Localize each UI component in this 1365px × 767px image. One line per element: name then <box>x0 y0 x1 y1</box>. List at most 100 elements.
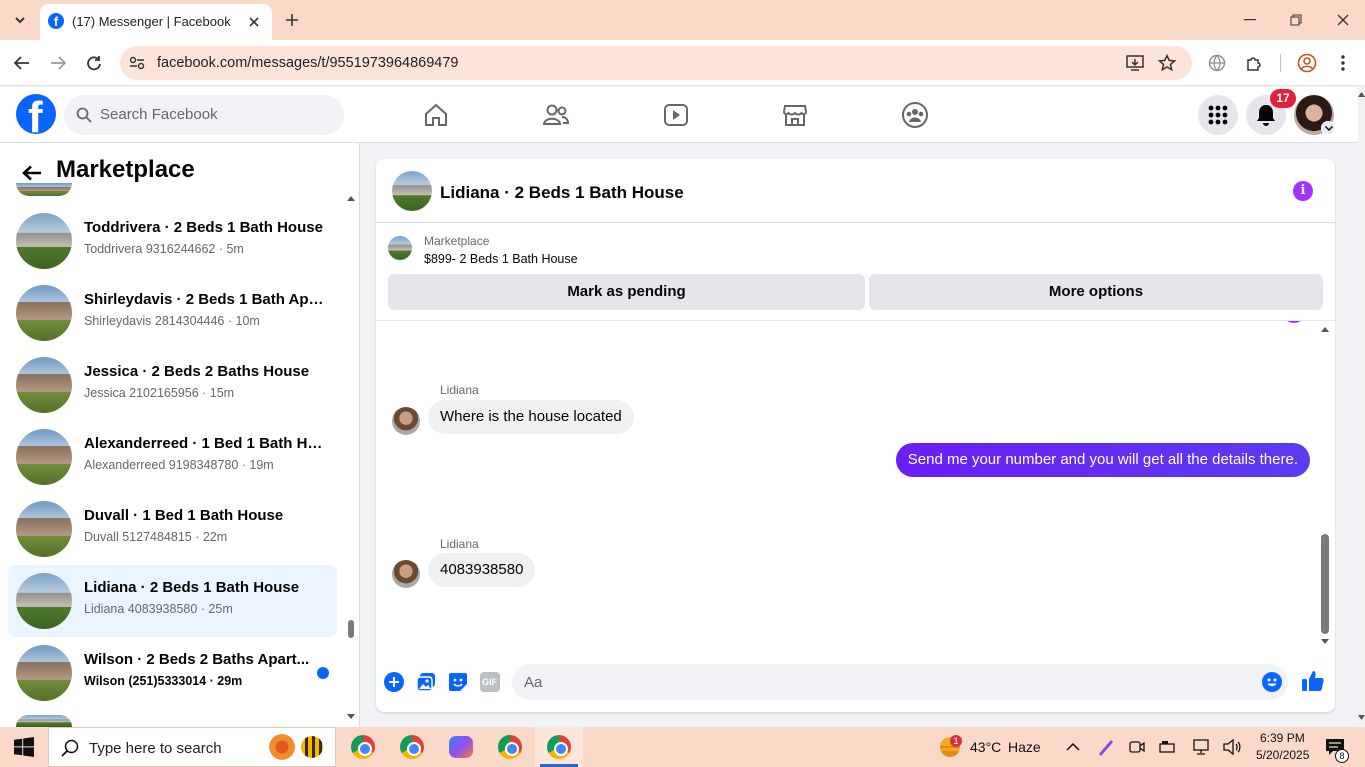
account-chevron-icon[interactable] <box>1321 121 1335 135</box>
listing-thumbnail[interactable] <box>388 236 412 260</box>
chrome-taskbar-icon[interactable] <box>496 733 524 761</box>
profile-icon[interactable] <box>1296 52 1318 74</box>
listing-avatar <box>16 501 72 557</box>
chat-title[interactable]: Lidiana · 2 Beds 1 Bath House <box>440 183 684 203</box>
chat-scrollbar-track[interactable] <box>1319 323 1331 649</box>
incoming-message[interactable]: 4083938580 <box>428 553 536 587</box>
clock-time[interactable]: 6:39 PM <box>1260 731 1305 745</box>
bookmark-star-icon[interactable] <box>1156 52 1178 74</box>
conversation-name: Wilson · 2 Beds 2 Baths Apart... <box>84 651 310 668</box>
partial-avatar <box>16 183 72 196</box>
groups-icon[interactable] <box>897 99 933 131</box>
marketplace-conversation-list: Marketplace Toddrivera · 2 Beds 1 Bath H… <box>0 143 360 727</box>
conversation-preview: Toddrivera 9316244662 · 5m <box>84 242 244 256</box>
message-sender: Lidiana <box>440 383 479 397</box>
meet-now-icon[interactable] <box>1123 733 1151 761</box>
weather-widget[interactable]: 1 43°C Haze <box>936 727 1046 767</box>
browser-menu-kebab-icon[interactable] <box>1334 52 1352 74</box>
listing-avatar <box>16 573 72 629</box>
sidebar-title: Marketplace <box>56 156 195 183</box>
mark-as-pending-button[interactable]: Mark as pending <box>388 274 865 310</box>
listing-avatar <box>16 429 72 485</box>
sticker-icon[interactable] <box>448 672 468 692</box>
windows-start-icon[interactable] <box>10 733 38 761</box>
unread-dot <box>317 667 329 679</box>
sidebar-scrollbar-track[interactable] <box>345 193 357 723</box>
reload-icon[interactable] <box>82 51 106 75</box>
conversation-preview: Duvall 5127484815 · 22m <box>84 530 228 544</box>
browser-tab[interactable]: f (17) Messenger | Facebook <box>40 4 272 40</box>
message-input[interactable]: Aa <box>512 664 1288 700</box>
info-icon[interactable]: i <box>1293 181 1313 201</box>
search-highlight-bee-icon <box>301 736 323 758</box>
video-icon[interactable] <box>658 99 694 131</box>
gif-icon[interactable]: GIF <box>480 672 500 692</box>
tab-search-chevron-icon[interactable] <box>8 8 32 32</box>
incoming-message[interactable]: Where is the house located <box>428 400 634 434</box>
message-sender: Lidiana <box>440 537 479 551</box>
clock-date[interactable]: 5/20/2025 <box>1256 748 1309 762</box>
restore-icon[interactable] <box>1284 8 1308 32</box>
sender-avatar[interactable] <box>392 407 420 435</box>
browser-tab-bar: f (17) Messenger | Facebook <box>0 0 1365 40</box>
battery-power-icon[interactable] <box>1154 733 1182 761</box>
chrome-taskbar-icon[interactable] <box>349 733 377 761</box>
taskbar-search-box[interactable]: Type here to search <box>48 727 336 767</box>
chrome-taskbar-icon[interactable] <box>398 733 426 761</box>
photo-icon[interactable] <box>416 672 436 692</box>
address-bar[interactable]: facebook.com/messages/t/9551973964869479 <box>120 46 1192 80</box>
facebook-search-box[interactable]: Search Facebook <box>64 95 344 135</box>
friends-icon[interactable] <box>538 99 574 131</box>
search-highlight-flower-icon <box>267 732 297 762</box>
listing-avatar <box>16 285 72 341</box>
translate-globe-icon[interactable] <box>1206 52 1228 74</box>
toolbar-divider <box>1280 54 1281 72</box>
site-info-icon[interactable] <box>126 53 148 73</box>
chrome-taskbar-icon-active[interactable] <box>545 733 573 761</box>
emoji-icon[interactable] <box>1262 672 1282 692</box>
new-tab-plus-icon[interactable] <box>280 8 304 32</box>
sender-avatar[interactable] <box>392 560 420 588</box>
tab-close-icon[interactable] <box>244 12 264 32</box>
listing-source: Marketplace <box>424 234 490 248</box>
like-thumbs-up-icon[interactable] <box>1301 669 1325 693</box>
conversation-avatar[interactable] <box>392 171 432 211</box>
listing-divider <box>376 320 1335 321</box>
conversation-name: Duvall · 1 Bed 1 Bath House <box>84 507 284 524</box>
conversation-item[interactable]: Duvall · 1 Bed 1 Bath House Duvall 512748… <box>8 493 337 565</box>
outgoing-message[interactable]: Send me your number and you will get all… <box>895 443 1310 477</box>
install-app-icon[interactable] <box>1124 52 1146 74</box>
more-actions-plus-icon[interactable] <box>384 672 404 692</box>
minimize-icon[interactable] <box>1238 8 1262 32</box>
conversation-item[interactable]: Alexanderreed · 1 Bed 1 Bath Ho... Alexan… <box>8 421 337 493</box>
search-icon <box>76 107 92 123</box>
conversation-item[interactable]: Jessica · 2 Beds 2 Baths House Jessica 21… <box>8 349 337 421</box>
listing-detail[interactable]: $899- 2 Beds 1 Bath House <box>424 252 578 266</box>
volume-icon[interactable] <box>1218 733 1246 761</box>
network-icon[interactable] <box>1187 733 1215 761</box>
close-window-icon[interactable] <box>1331 8 1355 32</box>
partial-avatar <box>16 715 72 727</box>
home-icon[interactable] <box>418 99 454 131</box>
forward-arrow-icon[interactable] <box>46 51 70 75</box>
show-hidden-icons-chevron-icon[interactable] <box>1059 733 1087 761</box>
menu-grid-button[interactable] <box>1198 95 1238 135</box>
more-options-button[interactable]: More options <box>869 274 1323 310</box>
weather-temp: 43°C <box>970 739 1002 755</box>
pen-icon[interactable] <box>1092 733 1120 761</box>
chat-scrollbar-thumb[interactable] <box>1321 534 1329 634</box>
listing-avatar <box>16 645 72 701</box>
extensions-puzzle-icon[interactable] <box>1243 52 1265 74</box>
conversation-preview: Wilson (251)5333014 · 29m <box>84 674 243 688</box>
page-scrollbar[interactable] <box>1358 87 1365 727</box>
conversation-item[interactable]: Lidiana · 2 Beds 1 Bath House Lidiana 408… <box>8 565 337 637</box>
conversation-item[interactable]: Toddrivera · 2 Beds 1 Bath House Toddrive… <box>8 205 337 277</box>
facebook-logo[interactable]: f <box>16 94 56 134</box>
conversation-item[interactable]: Shirleydavis · 2 Beds 1 Bath Apar... Shir… <box>8 277 337 349</box>
copilot-taskbar-icon[interactable] <box>447 733 475 761</box>
sidebar-scrollbar-thumb[interactable] <box>348 620 354 638</box>
back-arrow-icon[interactable] <box>10 51 34 75</box>
marketplace-icon[interactable] <box>777 99 813 131</box>
composer-bar: GIF Aa <box>376 656 1335 712</box>
conversation-item[interactable]: Wilson · 2 Beds 2 Baths Apart... Wilson (… <box>8 637 337 709</box>
